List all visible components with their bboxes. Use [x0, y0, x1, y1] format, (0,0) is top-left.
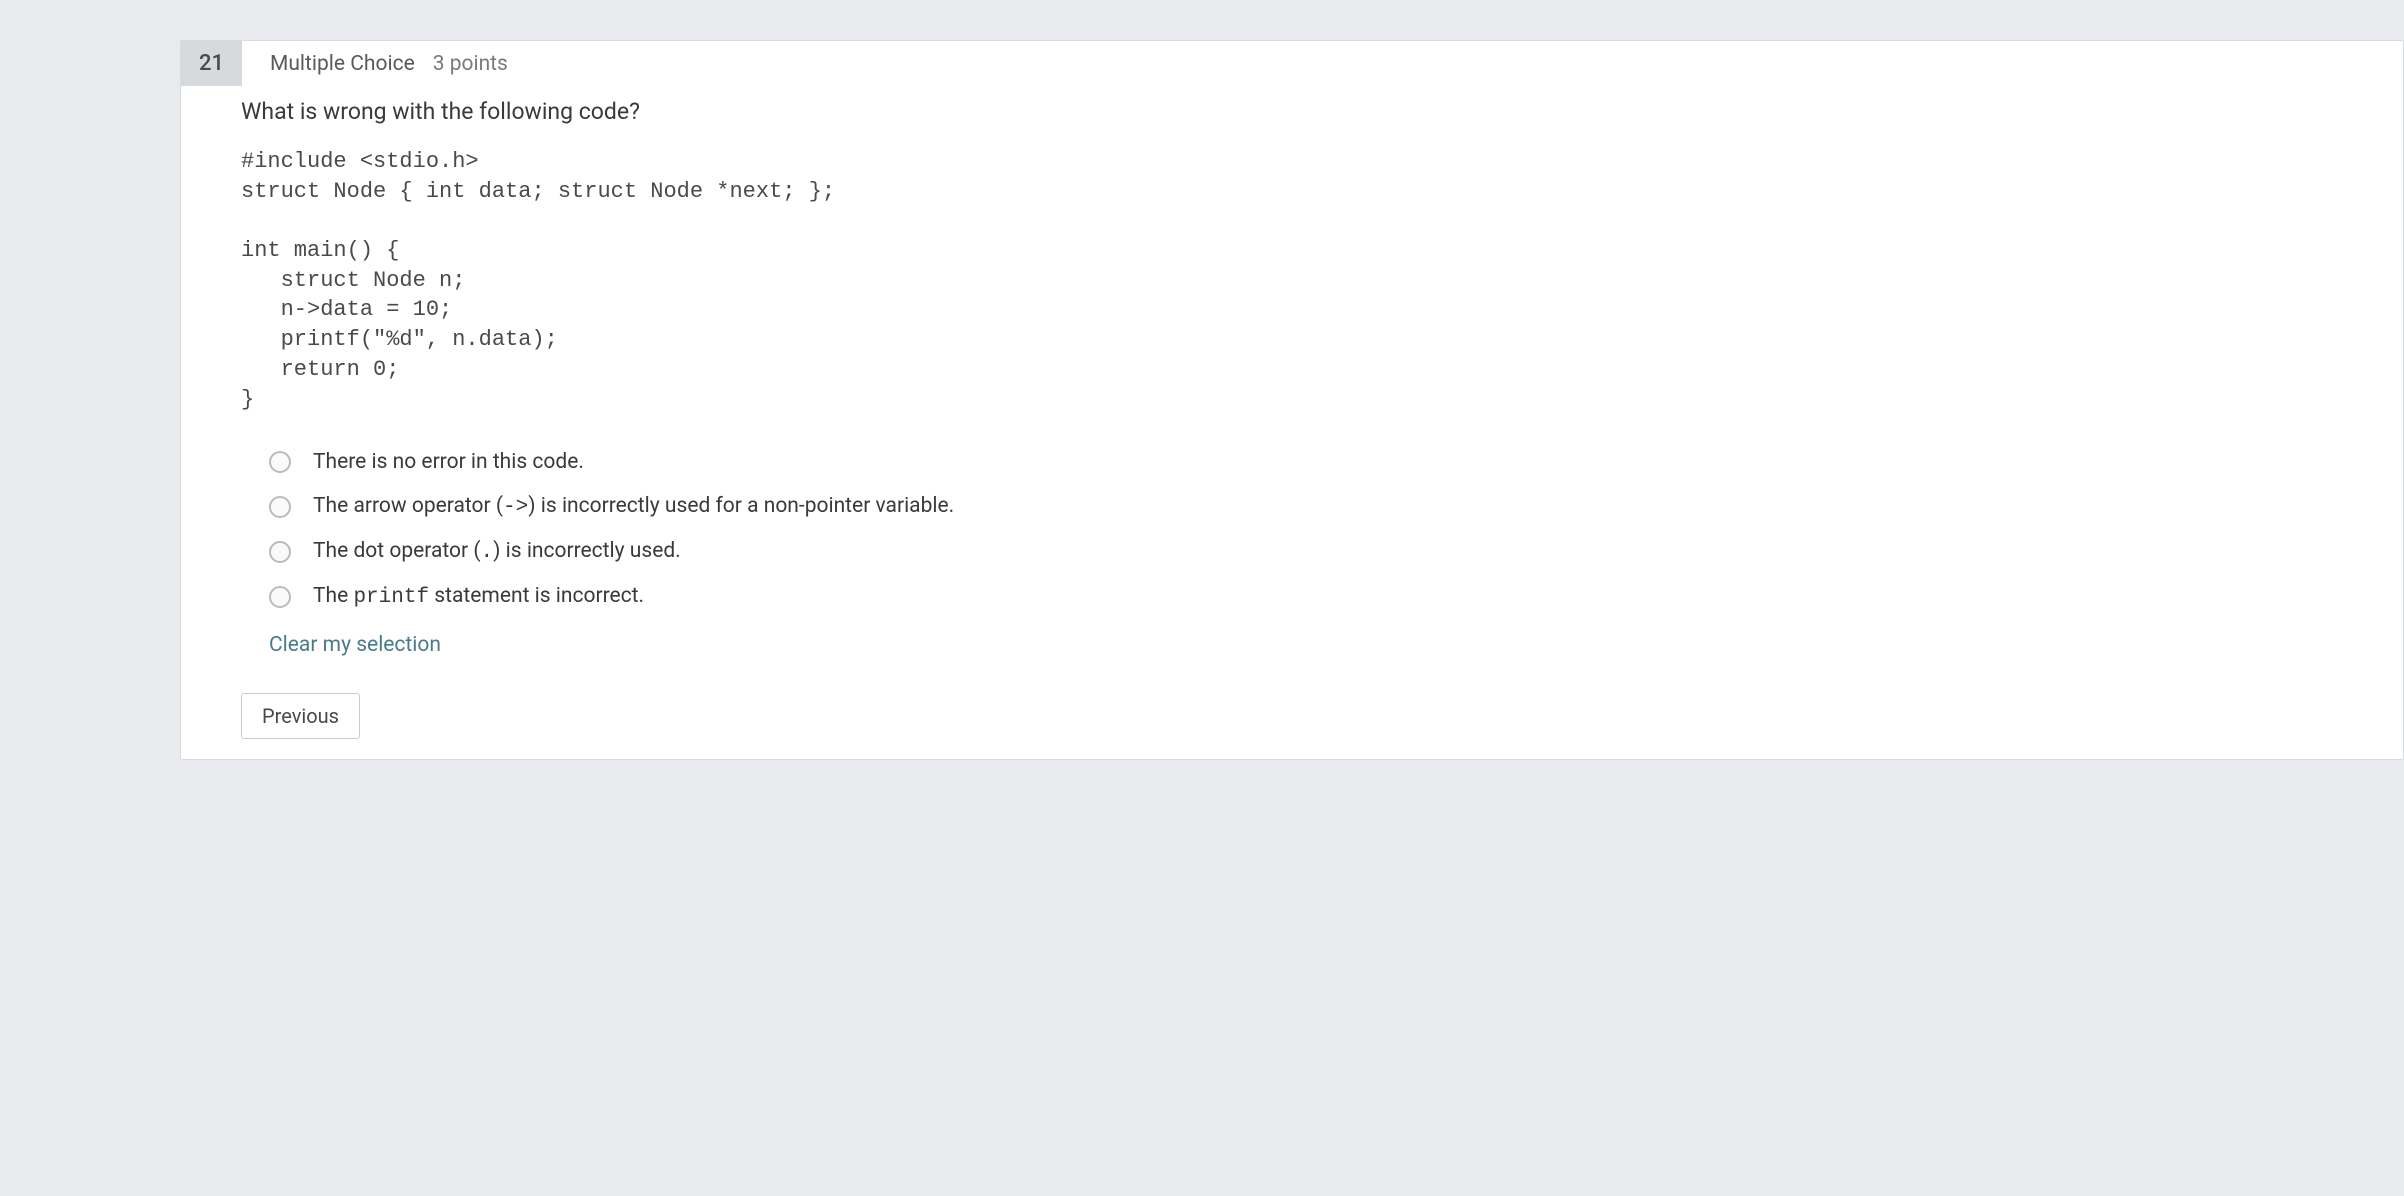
question-header: 21 Multiple Choice 3 points: [181, 41, 2403, 86]
previous-button[interactable]: Previous: [241, 693, 360, 739]
option-row[interactable]: The printf statement is incorrect.: [269, 574, 2343, 619]
option-row[interactable]: The arrow operator (->) is incorrectly u…: [269, 484, 2343, 529]
option-text: The dot operator (.) is incorrectly used…: [313, 539, 681, 564]
radio-icon[interactable]: [269, 451, 291, 473]
question-body: What is wrong with the following code? #…: [181, 86, 2403, 677]
radio-icon[interactable]: [269, 496, 291, 518]
radio-icon[interactable]: [269, 541, 291, 563]
option-text: There is no error in this code.: [313, 450, 584, 474]
radio-icon[interactable]: [269, 586, 291, 608]
option-row[interactable]: The dot operator (.) is incorrectly used…: [269, 529, 2343, 574]
question-type-label: Multiple Choice: [270, 52, 415, 76]
code-block: #include <stdio.h> struct Node { int dat…: [241, 147, 2343, 414]
question-card: 21 Multiple Choice 3 points What is wron…: [180, 40, 2404, 760]
option-text: The arrow operator (->) is incorrectly u…: [313, 494, 954, 519]
question-prompt: What is wrong with the following code?: [241, 98, 2343, 125]
options-list: There is no error in this code. The arro…: [241, 440, 2343, 619]
option-text: The printf statement is incorrect.: [313, 584, 644, 609]
question-number-badge: 21: [181, 41, 242, 86]
nav-footer: Previous: [241, 693, 360, 739]
option-row[interactable]: There is no error in this code.: [269, 440, 2343, 484]
clear-selection-link[interactable]: Clear my selection: [241, 633, 2343, 657]
question-points-label: 3 points: [433, 52, 508, 76]
